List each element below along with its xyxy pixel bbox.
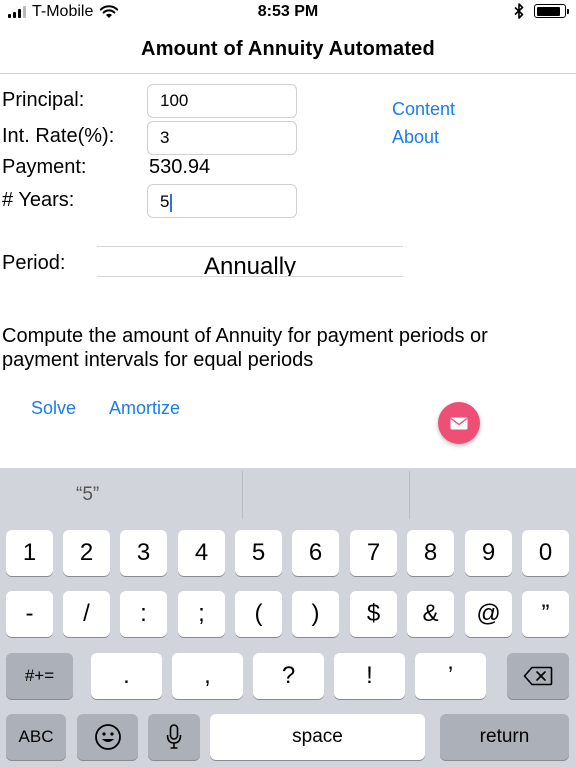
key-space[interactable]: space [210, 714, 425, 760]
rate-label: Int. Rate(%): [2, 125, 115, 147]
payment-value: 530.94 [149, 156, 211, 178]
interest-rate-field[interactable] [147, 121, 297, 155]
key-comma[interactable]: , [172, 653, 243, 699]
key-7[interactable]: 7 [350, 530, 397, 576]
key-3[interactable]: 3 [120, 530, 167, 576]
years-field[interactable]: 5 [147, 184, 297, 218]
key-4[interactable]: 4 [178, 530, 225, 576]
key-5[interactable]: 5 [235, 530, 282, 576]
key-open-paren[interactable]: ( [235, 591, 282, 637]
page-title: Amount of Annuity Automated [141, 38, 435, 60]
prediction-slot-empty[interactable] [410, 468, 576, 522]
predictive-bar: “5” [0, 468, 576, 522]
key-slash[interactable]: / [63, 591, 110, 637]
prediction-slot-empty[interactable] [243, 468, 409, 522]
principal-label: Principal: [2, 89, 85, 111]
key-apostrophe[interactable]: ’ [415, 653, 486, 699]
status-time: 8:53 PM [257, 3, 319, 20]
years-field-value: 5 [160, 192, 170, 211]
content-link[interactable]: Content [392, 99, 455, 120]
key-semicolon[interactable]: ; [178, 591, 225, 637]
microphone-icon [166, 724, 182, 749]
email-button[interactable] [438, 402, 480, 444]
solve-button[interactable]: Solve [31, 398, 76, 419]
emoji-icon [94, 724, 121, 750]
key-2[interactable]: 2 [63, 530, 110, 576]
key-6[interactable]: 6 [292, 530, 339, 576]
navigation-bar: Amount of Annuity Automated [0, 26, 576, 74]
key-emoji[interactable] [77, 714, 138, 760]
years-label: # Years: [2, 189, 75, 211]
principal-field[interactable] [147, 84, 297, 118]
status-right [514, 3, 569, 19]
about-link[interactable]: About [392, 127, 439, 148]
key-at[interactable]: @ [465, 591, 512, 637]
key-abc[interactable]: ABC [6, 714, 66, 760]
period-picker-value: Annually [203, 253, 297, 277]
envelope-icon [450, 417, 468, 429]
bluetooth-icon [514, 3, 524, 19]
text-cursor [170, 193, 173, 212]
key-question[interactable]: ? [253, 653, 324, 699]
backspace-icon [523, 666, 553, 686]
key-dictation[interactable] [148, 714, 200, 760]
battery-icon [534, 4, 569, 18]
period-label: Period: [2, 252, 66, 274]
key-9[interactable]: 9 [465, 530, 512, 576]
period-picker[interactable]: Annually [97, 246, 403, 277]
key-ampersand[interactable]: & [407, 591, 454, 637]
prediction-suggestion[interactable]: “5” [0, 468, 242, 522]
key-return[interactable]: return [440, 714, 569, 760]
key-colon[interactable]: : [120, 591, 167, 637]
key-quote[interactable]: ” [522, 591, 569, 637]
status-bar: T-Mobile 8:53 PM [0, 0, 576, 26]
key-more-symbols[interactable]: #+= [6, 653, 73, 699]
key-8[interactable]: 8 [407, 530, 454, 576]
key-1[interactable]: 1 [6, 530, 53, 576]
key-0[interactable]: 0 [522, 530, 569, 576]
keyboard: “5” 1 2 3 4 5 6 7 8 9 0 - / : ; ( ) $ & … [0, 468, 576, 768]
key-period[interactable]: . [91, 653, 162, 699]
payment-label: Payment: [2, 156, 87, 178]
description-text: Compute the amount of Annuity for paymen… [2, 325, 488, 371]
key-dollar[interactable]: $ [350, 591, 397, 637]
amortize-button[interactable]: Amortize [109, 398, 180, 419]
key-exclamation[interactable]: ! [334, 653, 405, 699]
key-close-paren[interactable]: ) [292, 591, 339, 637]
key-hyphen[interactable]: - [6, 591, 53, 637]
key-delete[interactable] [507, 653, 569, 699]
